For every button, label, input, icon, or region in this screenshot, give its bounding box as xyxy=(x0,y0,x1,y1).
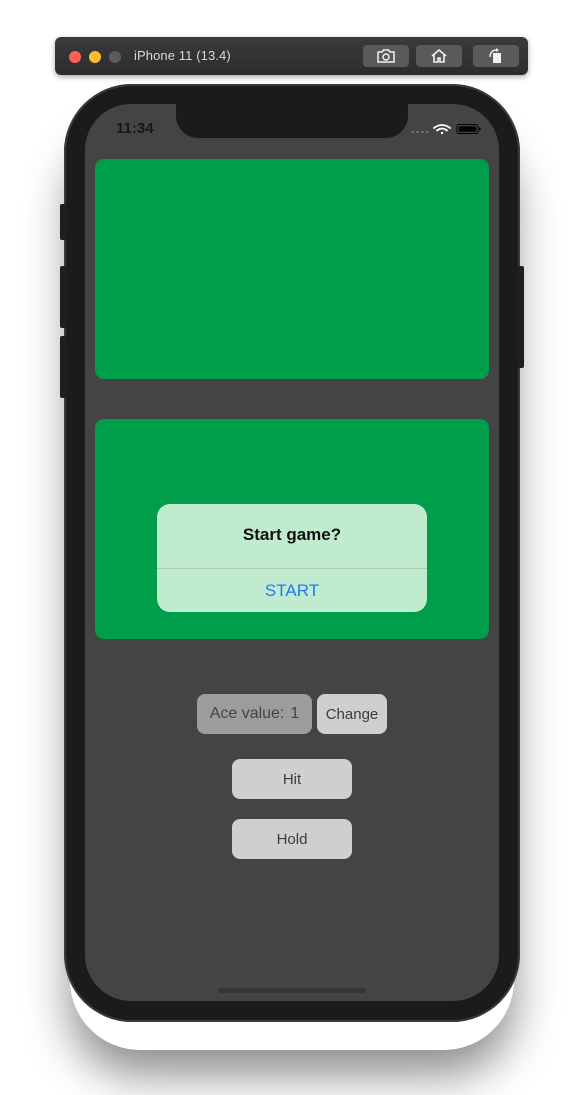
simulator-title-bar: iPhone 11 (13.4) xyxy=(55,37,528,75)
notch xyxy=(176,104,408,138)
screenshot-button[interactable] xyxy=(363,45,409,67)
wifi-icon xyxy=(433,124,451,135)
start-button[interactable]: START xyxy=(157,569,427,612)
start-game-alert: Start game? START xyxy=(157,504,427,612)
simulator-title: iPhone 11 (13.4) xyxy=(134,48,231,63)
rotate-icon xyxy=(489,48,501,63)
hold-button[interactable]: Hold xyxy=(232,819,352,859)
side-button xyxy=(518,266,524,368)
status-indicators xyxy=(411,124,481,135)
home-button[interactable] xyxy=(416,45,462,67)
volume-down-button xyxy=(60,336,66,398)
zoom-window-button[interactable] xyxy=(109,51,121,63)
app-screen: 11:34 Start game? START Ace value: 1 Cha… xyxy=(85,104,499,1001)
ace-value-label: Ace value: xyxy=(209,705,285,722)
minimize-window-button[interactable] xyxy=(89,51,101,63)
ace-value: 1 xyxy=(290,705,300,722)
ace-value-display: Ace value: 1 xyxy=(197,694,312,734)
signal-icon xyxy=(411,131,429,133)
rotate-button[interactable] xyxy=(473,45,519,67)
home-indicator[interactable] xyxy=(218,988,366,993)
alert-title: Start game? xyxy=(242,525,342,544)
screenshot-icon xyxy=(377,49,395,63)
battery-icon xyxy=(456,124,481,134)
dealer-card-area xyxy=(95,159,489,379)
change-ace-button[interactable]: Change xyxy=(317,694,387,734)
close-window-button[interactable] xyxy=(69,51,81,63)
volume-up-button xyxy=(60,266,66,328)
status-time: 11:34 xyxy=(116,120,154,137)
mute-switch xyxy=(60,204,66,240)
hit-button[interactable]: Hit xyxy=(232,759,352,799)
home-icon xyxy=(431,48,447,63)
simulator-window: iPhone 11 (13.4) 11:34 Start game? START… xyxy=(0,0,584,1095)
